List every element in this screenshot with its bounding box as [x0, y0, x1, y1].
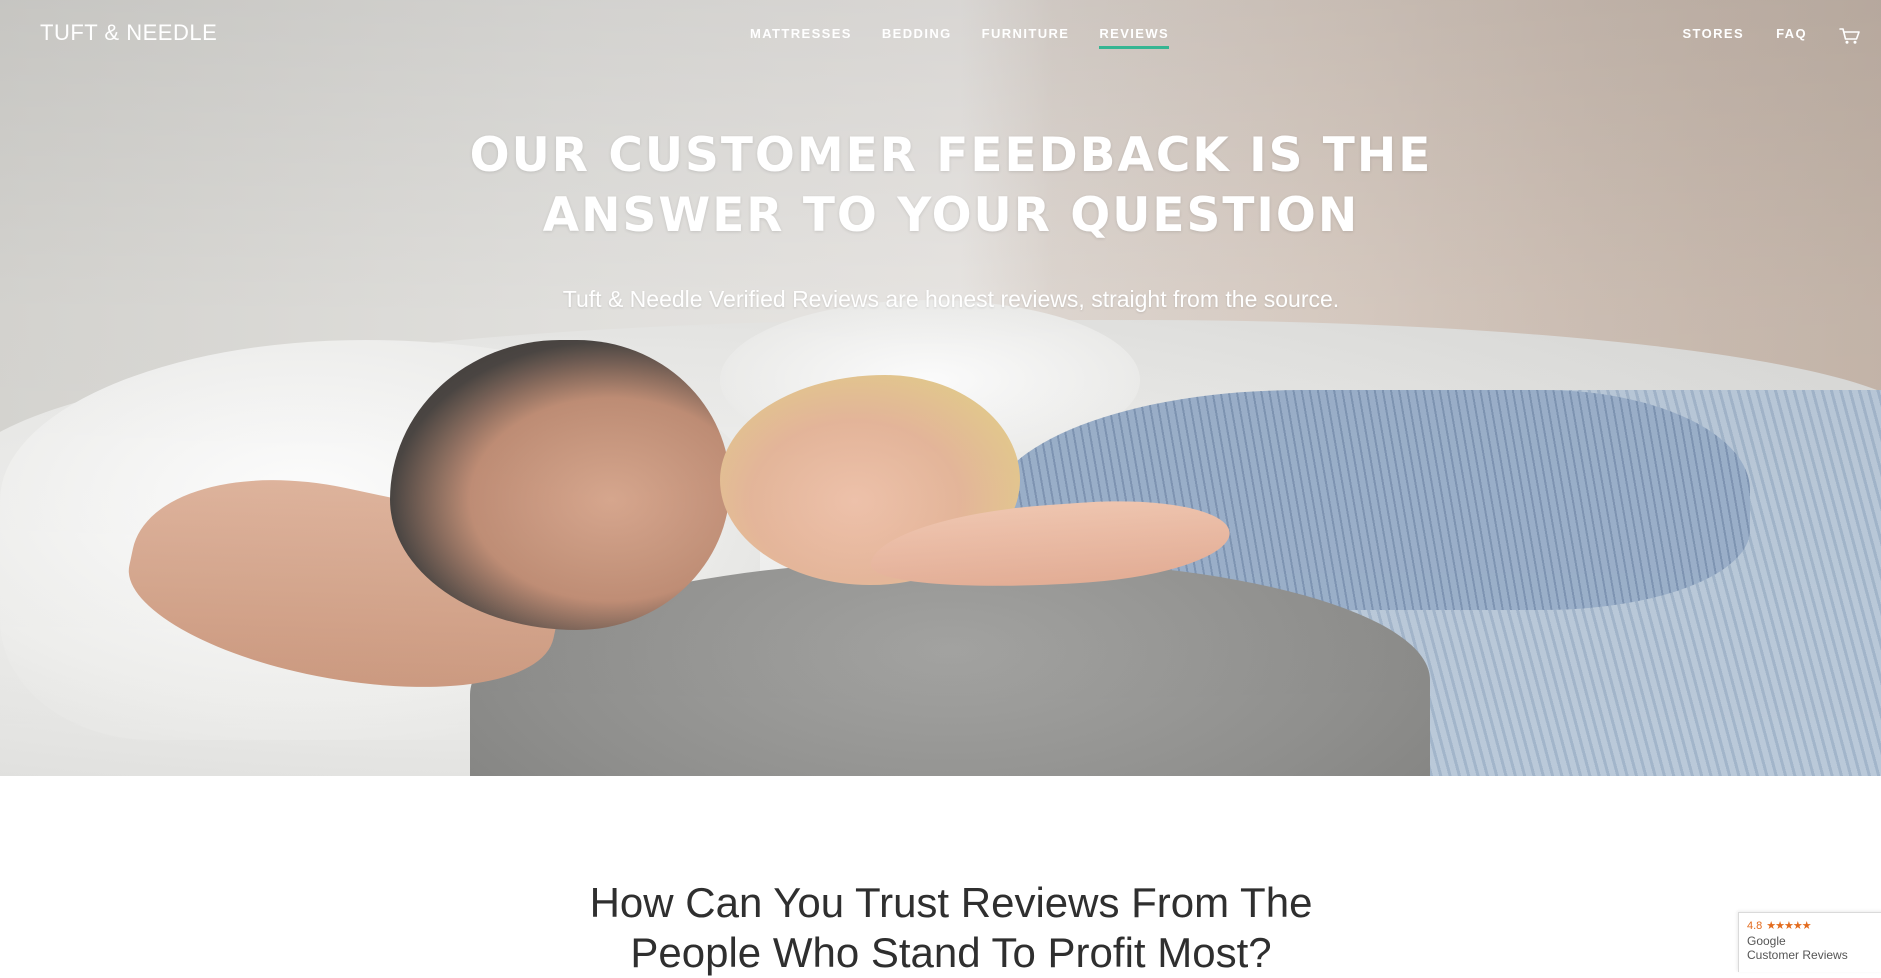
main-nav-links: MATTRESSES BEDDING FURNITURE REVIEWS — [750, 26, 1169, 49]
google-rating-row: 4.8 ★★★★★ — [1747, 919, 1880, 933]
hero-subtitle: Tuft & Needle Verified Reviews are hones… — [562, 286, 1340, 312]
nav-link-reviews[interactable]: REVIEWS — [1099, 26, 1169, 49]
hero-section: OUR CUSTOMER FEEDBACK IS THE ANSWER TO Y… — [0, 0, 1881, 776]
google-label: Google — [1747, 934, 1786, 948]
section-title-line-2: People Who Stand To Profit Most? — [630, 929, 1272, 976]
hero-title-line-2: ANSWER TO YOUR QUESTION — [542, 188, 1360, 243]
customer-reviews-label: Customer Reviews — [1747, 948, 1848, 962]
nav-link-furniture[interactable]: FURNITURE — [982, 26, 1070, 45]
google-customer-reviews-badge[interactable]: 4.8 ★★★★★ Google Customer Reviews — [1738, 912, 1881, 972]
section-title: How Can You Trust Reviews From The Peopl… — [0, 878, 1881, 978]
section-title-line-1: How Can You Trust Reviews From The — [589, 879, 1313, 926]
cart-icon[interactable] — [1839, 27, 1861, 45]
hero-title: OUR CUSTOMER FEEDBACK IS THE ANSWER TO Y… — [0, 126, 1881, 246]
nav-link-bedding[interactable]: BEDDING — [882, 26, 952, 45]
hero-overlay — [0, 0, 1881, 776]
nav-link-mattresses[interactable]: MATTRESSES — [750, 26, 852, 45]
brand-logo[interactable]: TUFT & NEEDLE — [40, 20, 217, 46]
nav-right-links: STORES FAQ — [1682, 26, 1861, 45]
top-nav: TUFT & NEEDLE MATTRESSES BEDDING FURNITU… — [0, 0, 1881, 70]
google-rating-value: 4.8 — [1747, 919, 1763, 932]
nav-link-stores[interactable]: STORES — [1682, 26, 1744, 45]
star-rating-icon: ★★★★★ — [1766, 920, 1811, 932]
nav-link-faq[interactable]: FAQ — [1776, 26, 1807, 45]
hero-title-line-1: OUR CUSTOMER FEEDBACK IS THE — [469, 128, 1433, 183]
